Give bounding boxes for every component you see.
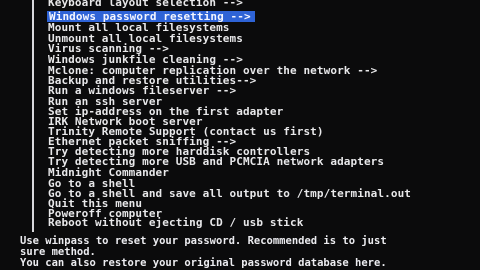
- menu-item-keyboard-layout[interactable]: Keyboard layout selection -->: [48, 0, 243, 8]
- menu-item-reboot[interactable]: Reboot without ejecting CD / usb stick: [48, 217, 303, 228]
- main-menu: Keyboard layout selection --> Windows pa…: [32, 0, 474, 232]
- help-text: Use winpass to reset your password. Reco…: [20, 236, 480, 269]
- trinity-rescue-kit-screen: Keyboard layout selection --> Windows pa…: [0, 0, 480, 270]
- help-line-3: You can also restore your original passw…: [20, 257, 387, 269]
